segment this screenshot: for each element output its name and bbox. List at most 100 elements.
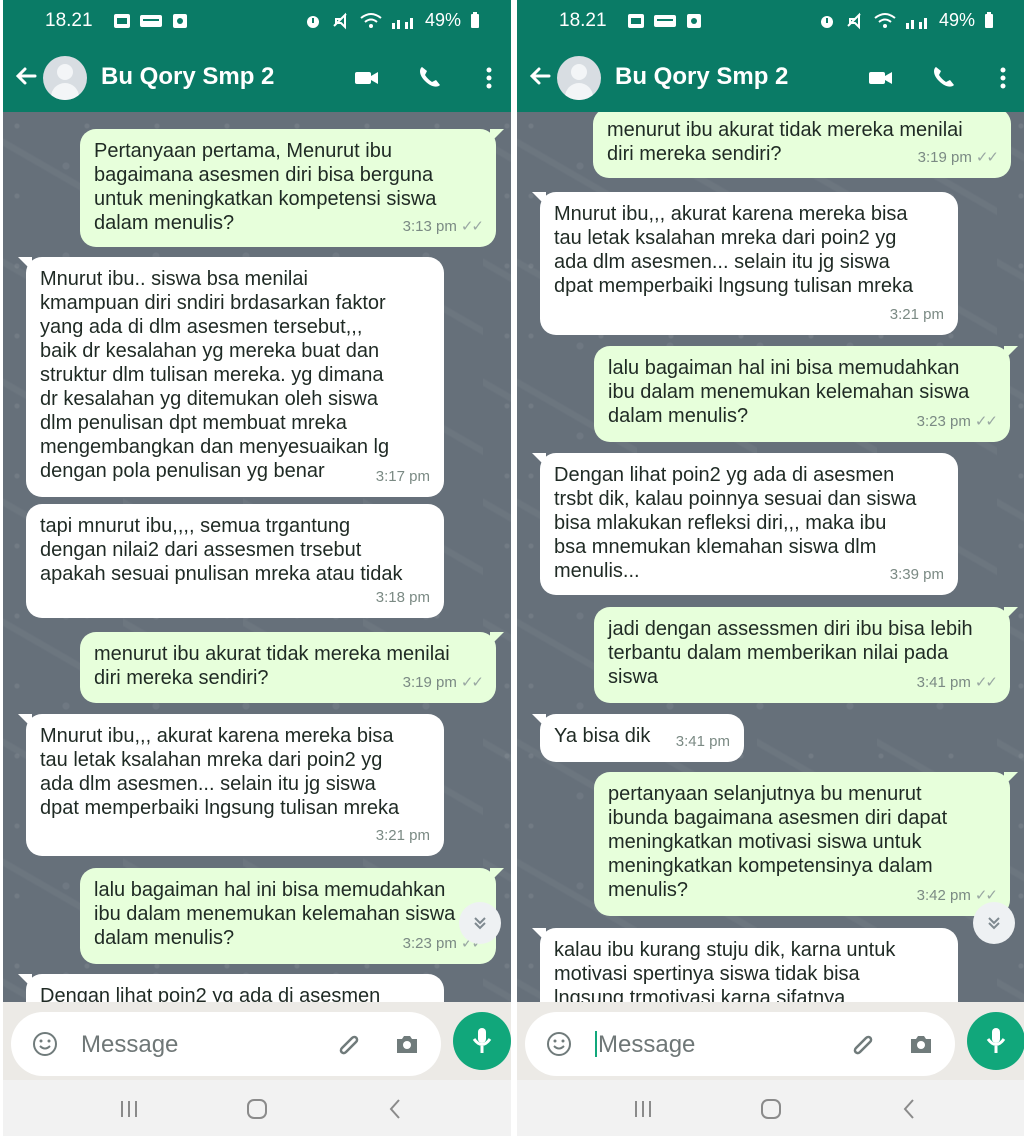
status-icons-left	[627, 12, 703, 30]
video-call-icon[interactable]	[353, 64, 381, 92]
chevron-double-down-icon	[474, 917, 486, 930]
phone-left: 18.21 49% Bu Qory Smp 2 Pertanyaan perta…	[3, 0, 511, 1136]
contact-name[interactable]: Bu Qory Smp 2	[615, 63, 788, 91]
video-call-icon[interactable]	[867, 64, 895, 92]
message-list: Pertanyaan pertama, Menurut ibu bagaiman…	[3, 112, 511, 1002]
message-input[interactable]: Message	[81, 1031, 178, 1059]
status-bar: 18.21 49%	[517, 0, 1024, 44]
android-nav-bar	[517, 1080, 1024, 1136]
message-text: Dengan lihat poin2 yg ada di asesmen	[40, 985, 381, 1002]
battery-percent: 49%	[424, 10, 461, 30]
voice-message-button[interactable]	[453, 1012, 511, 1070]
phone-call-icon[interactable]	[929, 64, 957, 92]
message-bubble-outgoing[interactable]: menurut ibu akurat tidak mereka menilai …	[593, 112, 1011, 178]
message-bubble-incoming[interactable]: Dengan lihat poin2 yg ada di asesmen trs…	[532, 453, 958, 595]
status-bar: 18.21 49%	[3, 0, 511, 44]
message-time: 3:19 pm ✓✓	[917, 149, 999, 166]
emoji-icon[interactable]	[545, 1030, 573, 1058]
recent-apps-icon[interactable]	[629, 1095, 657, 1123]
message-composer[interactable]: Message	[11, 1012, 441, 1076]
mute-icon	[333, 12, 347, 29]
android-nav-bar	[3, 1080, 511, 1136]
read-receipt-icon: ✓✓	[460, 674, 484, 691]
message-bubble-incoming[interactable]: kalau ibu kurang stuju dik, karna untuk …	[532, 928, 958, 1002]
status-time: 18.21	[45, 10, 93, 31]
attachment-icon[interactable]	[335, 1030, 363, 1058]
microphone-icon	[472, 1028, 492, 1053]
notification-icon	[173, 14, 187, 28]
alarm-icon	[306, 15, 319, 28]
battery-percent: 49%	[938, 10, 975, 30]
mute-icon	[847, 12, 861, 29]
message-text: Dengan lihat poin2 yg ada di asesmen trs…	[554, 464, 917, 582]
attachment-icon[interactable]	[849, 1030, 877, 1058]
message-time: 3:13 pm ✓✓	[402, 218, 484, 235]
message-text: Mnurut ibu,,, akurat karena mereka bisa …	[40, 725, 400, 819]
status-icons-left	[113, 12, 189, 30]
message-bubble-incoming[interactable]: Mnurut ibu.. siswa bsa menilai kmampuan …	[18, 257, 444, 497]
home-icon[interactable]	[243, 1095, 271, 1123]
message-time: 3:41 pm ✓✓	[916, 674, 998, 691]
message-bubble-incoming[interactable]: Mnurut ibu,,, akurat karena mereka bisa …	[18, 714, 444, 856]
back-arrow-icon[interactable]	[527, 62, 555, 90]
message-bubble-incoming[interactable]: Dengan lihat poin2 yg ada di asesmen	[18, 974, 444, 1002]
message-bubble-outgoing[interactable]: lalu bagaiman hal ini bisa memudahkan ib…	[80, 868, 504, 964]
voice-message-button[interactable]	[967, 1012, 1024, 1070]
message-text: Mnurut ibu.. siswa bsa menilai kmampuan …	[40, 268, 390, 482]
microphone-icon	[986, 1028, 1006, 1053]
more-options-icon[interactable]	[475, 64, 503, 92]
battery-icon	[985, 11, 993, 28]
message-bubble-incoming[interactable]: Mnurut ibu,,, akurat karena mereka bisa …	[532, 192, 958, 335]
chevron-double-down-icon	[988, 917, 1000, 930]
message-time: 3:19 pm ✓✓	[402, 674, 484, 691]
back-nav-icon[interactable]	[895, 1095, 923, 1123]
message-time: 3:39 pm	[889, 566, 944, 583]
notification-icon	[687, 14, 701, 28]
contact-avatar[interactable]	[557, 56, 601, 100]
chat-header: Bu Qory Smp 2	[517, 44, 1024, 112]
status-time: 18.21	[559, 10, 607, 31]
scroll-down-button[interactable]	[973, 902, 1015, 944]
message-bubble-incoming[interactable]: tapi mnurut ibu,,,, semua trgantung deng…	[26, 504, 444, 618]
message-input[interactable]: Message	[595, 1031, 695, 1059]
message-bubble-outgoing[interactable]: lalu bagaiman hal ini bisa memudahkan ib…	[594, 346, 1018, 442]
contact-avatar[interactable]	[43, 56, 87, 100]
message-bubble-outgoing[interactable]: Pertanyaan pertama, Menurut ibu bagaiman…	[80, 129, 504, 247]
message-text: Mnurut ibu,,, akurat karena mereka bisa …	[554, 203, 914, 297]
message-bubble-outgoing[interactable]: jadi dengan assessmen diri ibu bisa lebi…	[594, 607, 1018, 703]
wifi-icon	[874, 12, 896, 28]
message-time: 3:17 pm	[375, 468, 430, 485]
recent-apps-icon[interactable]	[115, 1095, 143, 1123]
gallery-icon	[628, 14, 644, 28]
read-receipt-icon: ✓✓	[974, 413, 998, 430]
message-bubble-outgoing[interactable]: pertanyaan selanjutnya bu menurut ibunda…	[594, 772, 1018, 916]
contact-name[interactable]: Bu Qory Smp 2	[101, 63, 274, 91]
signal-icon	[905, 17, 927, 29]
read-receipt-icon: ✓✓	[460, 218, 484, 235]
more-options-icon[interactable]	[989, 64, 1017, 92]
bank-icon	[654, 15, 676, 27]
message-time: 3:21 pm	[889, 306, 944, 323]
gallery-icon	[114, 14, 130, 28]
message-list: menurut ibu akurat tidak mereka menilai …	[517, 112, 1024, 1002]
read-receipt-icon: ✓✓	[975, 149, 999, 166]
message-composer[interactable]: Message	[525, 1012, 955, 1076]
back-arrow-icon[interactable]	[13, 62, 41, 90]
home-icon[interactable]	[757, 1095, 785, 1123]
emoji-icon[interactable]	[31, 1030, 59, 1058]
signal-icon	[391, 17, 413, 29]
status-icons-right: 49%	[303, 10, 481, 31]
message-text: tapi mnurut ibu,,,, semua trgantung deng…	[40, 515, 403, 585]
screenshot-divider	[512, 0, 514, 1136]
camera-icon[interactable]	[907, 1030, 935, 1058]
message-time: 3:23 pm ✓✓	[916, 413, 998, 430]
message-bubble-outgoing[interactable]: menurut ibu akurat tidak mereka menilai …	[80, 632, 504, 703]
message-time: 3:21 pm	[375, 827, 430, 844]
message-bubble-incoming[interactable]: Ya bisa dik 3:41 pm	[532, 714, 744, 762]
camera-icon[interactable]	[393, 1030, 421, 1058]
scroll-down-button[interactable]	[459, 902, 501, 944]
phone-call-icon[interactable]	[415, 64, 443, 92]
back-nav-icon[interactable]	[381, 1095, 409, 1123]
chat-header: Bu Qory Smp 2	[3, 44, 511, 112]
text-cursor	[595, 1031, 597, 1057]
